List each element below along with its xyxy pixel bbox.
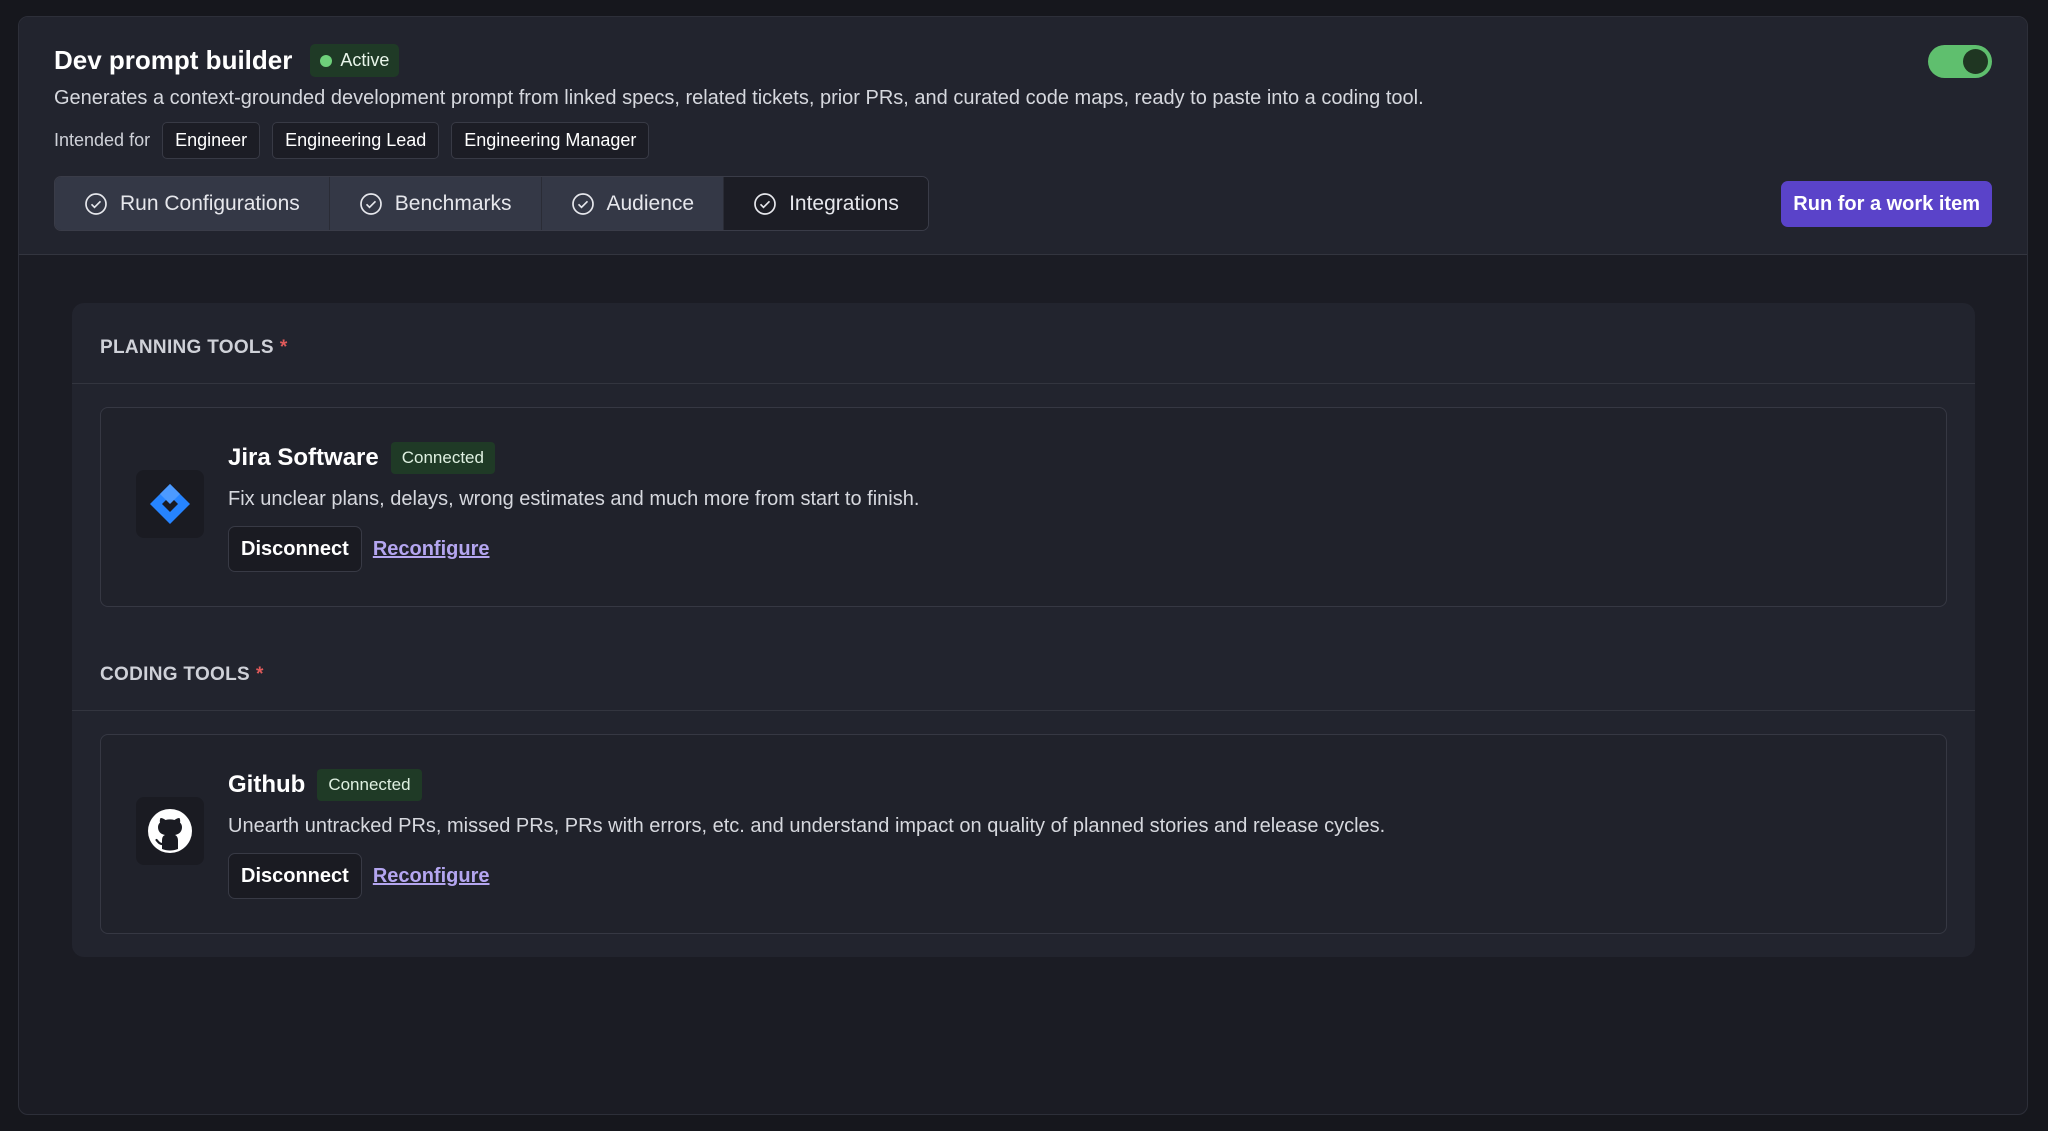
status-dot-icon [320, 54, 333, 67]
audience-chip: Engineer [162, 122, 261, 159]
tab-label: Benchmarks [394, 191, 512, 215]
tab-run-configurations[interactable]: Run Configurations [55, 177, 330, 230]
status-label: Active [340, 50, 390, 70]
required-marker: * [279, 337, 288, 358]
title-row: Dev prompt builder Active [54, 44, 400, 77]
audience-chip: Engineering Lead [272, 122, 440, 159]
reconfigure-jira-link[interactable]: Reconfigure [373, 538, 490, 561]
tab-audience[interactable]: Audience [541, 177, 725, 230]
connected-badge: Connected [390, 442, 495, 474]
section-divider [72, 710, 1975, 711]
agent-detail-frame: Dev prompt builder Active Generates a co… [18, 16, 2028, 1115]
card-actions: Disconnect Reconfigure [228, 853, 490, 899]
audience-chip: Engineering Manager [451, 122, 650, 159]
section-title-text: PLANNING TOOLS [100, 337, 274, 358]
check-circle-icon [85, 192, 107, 215]
disconnect-jira-button[interactable]: Disconnect [228, 526, 362, 572]
section-title-coding-tools: CODING TOOLS * [100, 664, 264, 686]
page-title: Dev prompt builder [54, 45, 293, 75]
check-circle-icon [359, 192, 382, 215]
github-icon [148, 809, 192, 853]
run-for-work-item-button[interactable]: Run for a work item [1781, 181, 1992, 227]
agent-description: Generates a context-grounded development… [54, 87, 1424, 109]
jira-logo [136, 470, 204, 538]
integration-card-jira: Jira Software Connected Fix unclear plan… [100, 407, 1947, 607]
integration-card-github: Github Connected Unearth untracked PRs, … [100, 734, 1947, 934]
jira-icon [150, 484, 190, 524]
github-logo [136, 797, 204, 865]
agent-enabled-toggle[interactable] [1928, 45, 1992, 78]
tab-label: Integrations [789, 191, 899, 215]
tab-label: Run Configurations [120, 191, 300, 215]
disconnect-github-button[interactable]: Disconnect [228, 853, 362, 899]
tab-benchmarks[interactable]: Benchmarks [329, 177, 542, 230]
card-title-row: Github Connected [228, 769, 422, 801]
tab-bar: Run Configurations Benchmarks Audience I… [54, 176, 929, 231]
tab-integrations[interactable]: Integrations [724, 177, 928, 230]
check-circle-icon [571, 192, 594, 215]
integration-name: Github [228, 771, 306, 798]
status-badge: Active [310, 44, 400, 77]
reconfigure-github-link[interactable]: Reconfigure [373, 865, 490, 888]
connected-badge: Connected [317, 769, 422, 801]
integrations-panel: PLANNING TOOLS * Jira Software Connected … [72, 303, 1975, 957]
toggle-knob [1963, 49, 1988, 74]
integration-description: Fix unclear plans, delays, wrong estimat… [228, 488, 920, 510]
check-circle-icon [754, 192, 776, 215]
section-title-text: CODING TOOLS [100, 664, 250, 685]
required-marker: * [255, 664, 264, 685]
section-title-planning-tools: PLANNING TOOLS * [100, 337, 288, 359]
agent-header: Dev prompt builder Active Generates a co… [19, 17, 2027, 255]
integration-name: Jira Software [228, 444, 379, 471]
audience-row: Intended for Engineer Engineering Lead E… [54, 122, 650, 159]
section-divider [72, 383, 1975, 384]
intended-for-label: Intended for [54, 130, 151, 150]
card-actions: Disconnect Reconfigure [228, 526, 490, 572]
tab-label: Audience [606, 191, 695, 215]
card-title-row: Jira Software Connected [228, 442, 495, 474]
integration-description: Unearth untracked PRs, missed PRs, PRs w… [228, 815, 1386, 837]
